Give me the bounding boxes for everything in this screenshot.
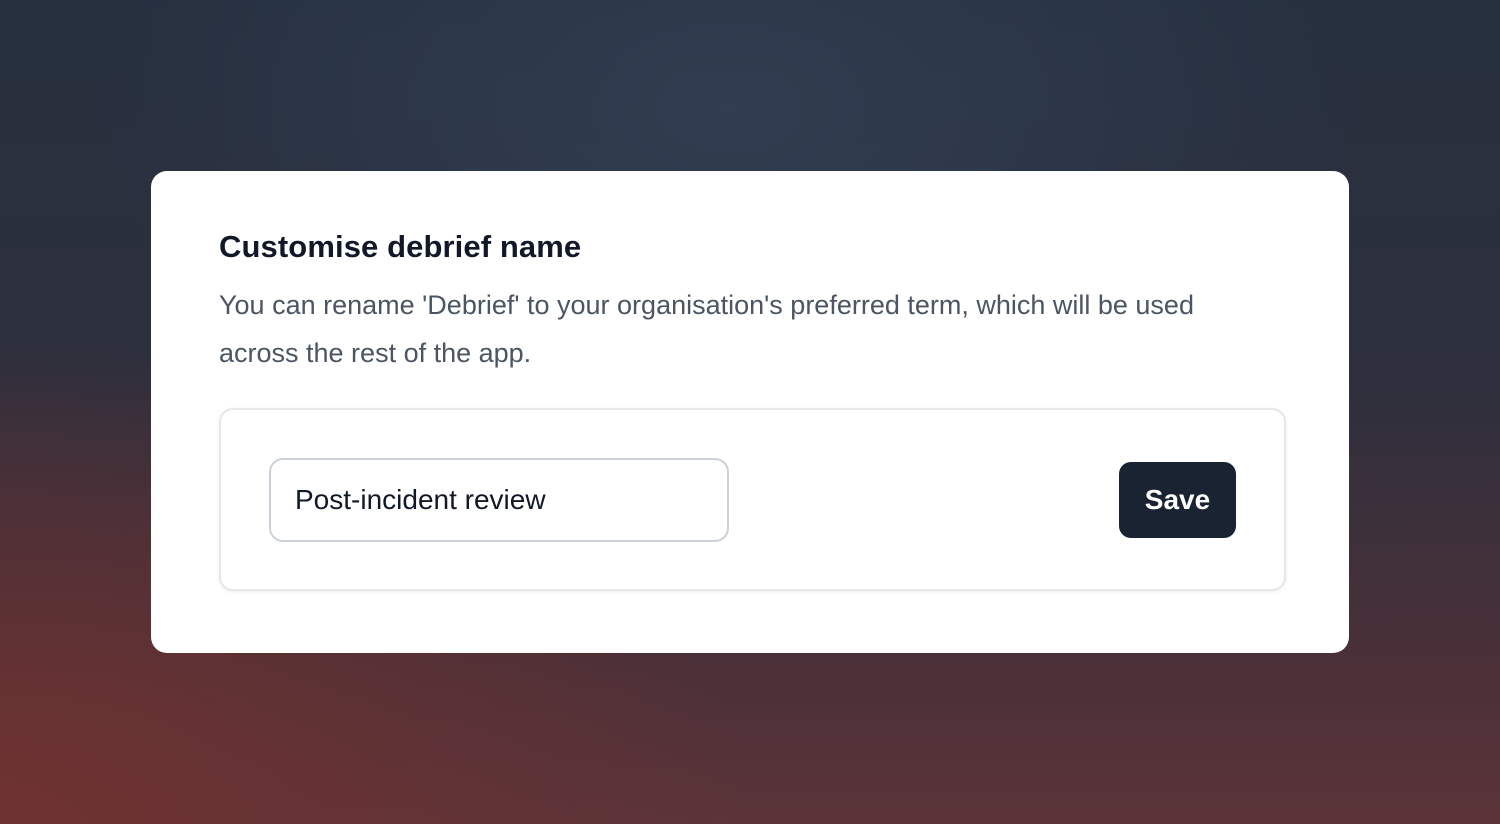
debrief-settings-card: Customise debrief name You can rename 'D… [151, 171, 1349, 653]
card-description: You can rename 'Debrief' to your organis… [219, 290, 1194, 368]
debrief-name-input[interactable] [269, 458, 729, 542]
card-title: Customise debrief name [219, 229, 582, 264]
save-button[interactable]: Save [1119, 462, 1236, 538]
rename-form-panel: Save [219, 408, 1286, 591]
